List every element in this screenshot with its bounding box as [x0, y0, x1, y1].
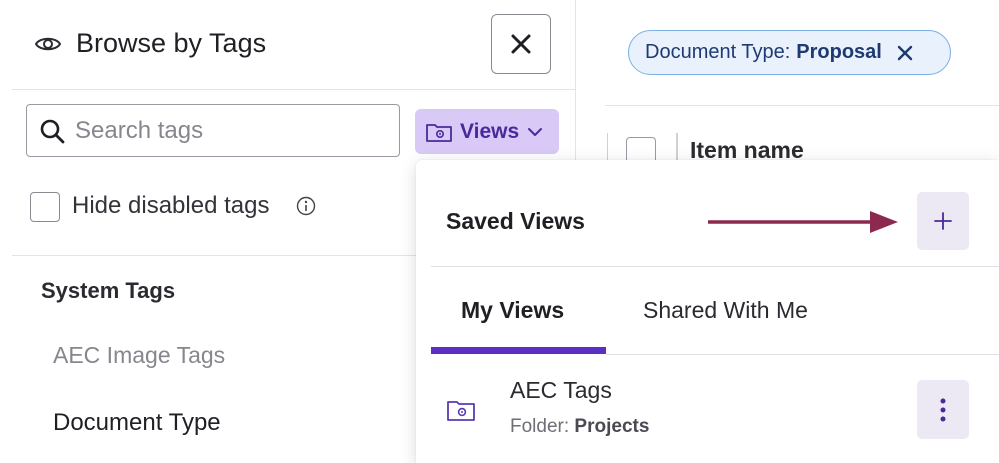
saved-view-folder: Folder: Projects — [510, 416, 649, 438]
folder-gear-icon — [426, 123, 452, 142]
search-icon — [40, 119, 65, 144]
add-view-button[interactable] — [917, 192, 969, 250]
close-icon[interactable] — [896, 44, 914, 62]
filter-chip[interactable]: Document Type: Proposal — [628, 30, 951, 75]
saved-view-name[interactable]: AEC Tags — [510, 377, 612, 404]
saved-view-folder-value: Projects — [574, 416, 650, 437]
close-icon — [511, 34, 531, 54]
column-separator — [676, 133, 678, 163]
views-button-label: Views — [460, 119, 520, 143]
view-options-button[interactable] — [917, 380, 969, 439]
info-icon[interactable] — [296, 196, 316, 216]
eye-icon — [34, 37, 62, 51]
search-input[interactable] — [75, 113, 391, 149]
tab-track — [606, 354, 999, 355]
close-button[interactable] — [491, 14, 551, 74]
panel-title: Browse by Tags — [76, 28, 267, 58]
active-tab-indicator — [431, 347, 606, 354]
kebab-icon — [940, 398, 946, 421]
tag-item-document-type[interactable]: Document Type — [53, 409, 221, 437]
search-box — [26, 104, 400, 157]
dropdown-divider — [431, 266, 999, 267]
saved-views-dropdown: Saved Views My Views Shared With Me AEC … — [416, 160, 999, 463]
folder-gear-icon — [447, 401, 475, 421]
views-button[interactable]: Views — [415, 109, 559, 154]
hide-disabled-label: Hide disabled tags — [72, 192, 270, 219]
saved-views-title: Saved Views — [446, 208, 585, 234]
plus-icon — [934, 212, 952, 230]
hide-disabled-checkbox[interactable] — [30, 192, 60, 222]
column-separator — [607, 133, 608, 163]
filter-chip-value: Proposal — [796, 41, 882, 63]
filter-chip-key: Document Type: — [645, 41, 791, 63]
tab-my-views[interactable]: My Views — [461, 297, 564, 324]
panel-header: Browse by Tags — [12, 0, 576, 90]
saved-view-folder-label: Folder: — [510, 416, 570, 437]
tag-item-aec-image-tags[interactable]: AEC Image Tags — [53, 342, 225, 369]
section-title: System Tags — [41, 278, 176, 303]
annotation-arrow-icon — [708, 211, 898, 233]
tab-shared-with-me[interactable]: Shared With Me — [643, 297, 808, 324]
chevron-down-icon — [528, 127, 543, 136]
toolbar-divider — [605, 105, 999, 106]
